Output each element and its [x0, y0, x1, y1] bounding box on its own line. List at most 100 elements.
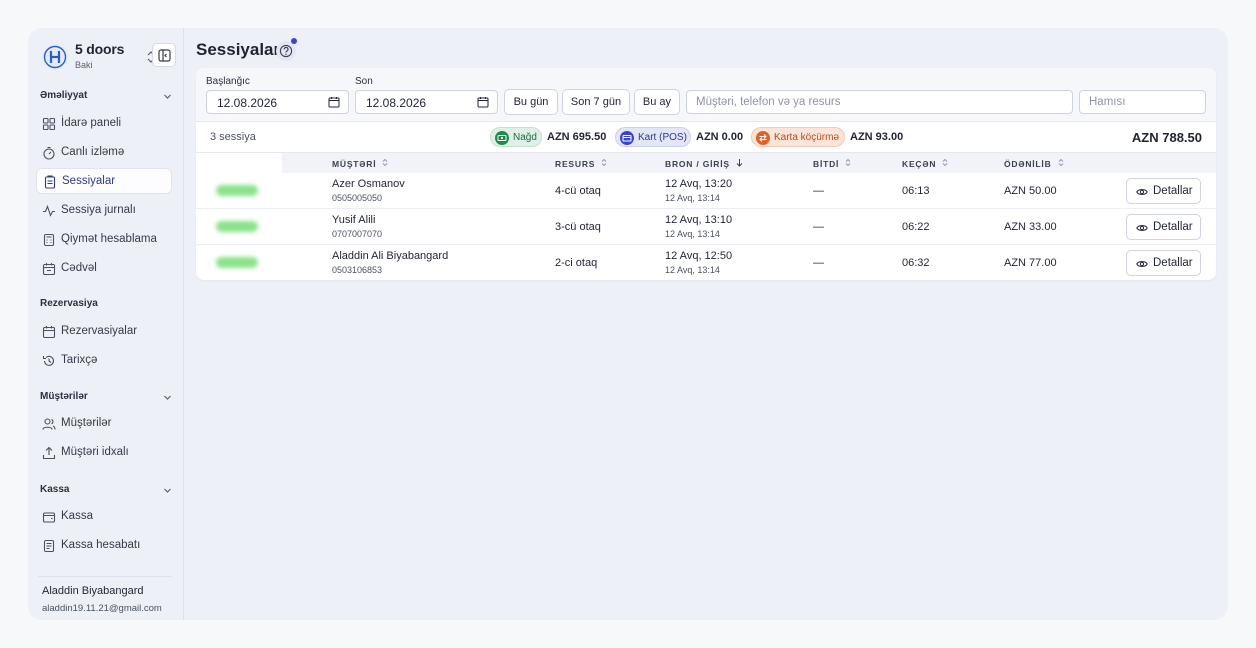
details-button[interactable]: Detallar — [1126, 178, 1201, 204]
this-month-button[interactable]: Bu ay — [634, 89, 680, 115]
nav-group-title: Müştərilər — [40, 391, 88, 402]
nav-group-emeliyyat[interactable]: Əməliyyat — [40, 90, 172, 106]
cash-label: Nağd — [513, 132, 537, 143]
col-header-paid[interactable]: ÖDƏNİLİB — [1004, 158, 1064, 169]
sidebar-item-cash-report[interactable]: Kassa hesabatı — [36, 533, 172, 559]
sidebar-item-label: Müştərilər — [61, 417, 112, 429]
ended-time: — — [813, 221, 824, 233]
help-icon — [279, 44, 293, 58]
start-date-input[interactable]: 12.08.2026 — [206, 90, 349, 114]
sidebar-item-cashbox[interactable]: Kassa — [36, 504, 172, 530]
end-date-label: Son — [355, 76, 373, 87]
calculator-icon — [43, 233, 55, 247]
end-date-input[interactable]: 12.08.2026 — [355, 90, 498, 114]
booking-time: 12 Avq, 12:50 — [665, 250, 733, 262]
table-row[interactable]: Azer Osmanov 0505005050 4-cü otaq 12 Avq… — [196, 173, 1216, 209]
last-7-days-button[interactable]: Son 7 gün — [562, 89, 630, 115]
transfer-label: Karta köçürmə — [774, 132, 840, 143]
sort-desc-icon — [736, 159, 743, 167]
main-content: Sessiyalar Başlanğıc 12.08.2026 Son 12.0… — [184, 28, 1228, 620]
sidebar-item-label: Sessiya jurnalı — [61, 204, 136, 216]
customer-phone: 0503106853 — [332, 265, 383, 275]
session-count: 3 sessiya — [210, 131, 256, 143]
sidebar-item-label: Canlı izləmə — [61, 146, 125, 158]
details-label: Detallar — [1153, 257, 1193, 269]
brand-logo-icon — [42, 44, 68, 70]
transfer-badge: Karta köçürmə — [751, 127, 845, 147]
app-window: 5 doors Baki Əməliyyat İdarə paneli Canl… — [28, 28, 1228, 620]
nav-group-musteriler[interactable]: Müştərilər — [40, 391, 172, 407]
status-badge — [216, 185, 258, 196]
nav-group-rezervasiya[interactable]: Rezervasiya — [40, 298, 172, 314]
sidebar-item-live[interactable]: Canlı izləmə — [36, 140, 172, 166]
nav-group-title: Əməliyyat — [40, 90, 88, 101]
details-label: Detallar — [1153, 185, 1193, 197]
sidebar-item-price-calc[interactable]: Qiymət hesablama — [36, 227, 172, 253]
sidebar-item-schedule[interactable]: Cədvəl — [36, 256, 172, 282]
paid-amount: AZN 50.00 — [1004, 185, 1057, 197]
table-row[interactable]: Aladdin Ali Biyabangard 0503106853 2-ci … — [196, 245, 1216, 280]
sidebar-item-sessions[interactable]: Sessiyalar — [36, 168, 172, 194]
user-name: Aladdin Biyabangard — [42, 585, 144, 597]
sidebar-item-label: Kassa hesabatı — [61, 539, 141, 551]
sort-icon — [1058, 158, 1063, 167]
sidebar-item-label: Cədvəl — [61, 262, 97, 274]
user-email: aladdin19.11.21@gmail.com — [42, 603, 162, 614]
total-amount: AZN 788.50 — [1131, 130, 1202, 145]
users-icon — [42, 418, 56, 430]
sidebar-item-customer-import[interactable]: Müştəri idxalı — [36, 440, 172, 466]
today-button[interactable]: Bu gün — [504, 89, 558, 115]
sidebar-toggle-icon — [158, 49, 171, 62]
card-icon — [620, 131, 634, 145]
notification-dot — [291, 38, 297, 44]
details-button[interactable]: Detallar — [1126, 214, 1201, 240]
col-header-resource[interactable]: RESURS — [555, 158, 607, 169]
resource-name: 4-cü otaq — [555, 185, 601, 197]
eye-icon — [1136, 189, 1148, 195]
brand-location: Baki — [75, 60, 93, 70]
report-icon — [43, 539, 55, 553]
paid-amount: AZN 33.00 — [1004, 221, 1057, 233]
nav-group-title: Rezervasiya — [40, 298, 98, 309]
sidebar-item-label: İdarə paneli — [61, 117, 122, 129]
sidebar-item-session-log[interactable]: Sessiya jurnalı — [36, 198, 172, 224]
col-header-customer[interactable]: MÜŞTƏRİ — [332, 158, 388, 169]
entry-time: 12 Avq, 13:14 — [665, 229, 720, 239]
chevron-down-icon — [164, 488, 171, 493]
calendar-icon — [328, 97, 340, 108]
user-profile[interactable]: Aladdin Biyabangard aladdin19.11.21@gmai… — [38, 576, 172, 614]
elapsed-time: 06:13 — [902, 185, 930, 197]
search-input[interactable]: Müştəri, telefon və ya resurs — [686, 90, 1073, 114]
col-header-ended[interactable]: BİTDİ — [813, 158, 851, 169]
customer-name: Aladdin Ali Biyabangard — [332, 250, 449, 262]
help-button[interactable] — [276, 41, 296, 61]
sidebar-item-customers[interactable]: Müştərilər — [36, 411, 172, 437]
cash-amount: AZN 695.50 — [547, 131, 607, 143]
eye-icon — [1136, 225, 1148, 231]
col-header-booking-entry[interactable]: BRON / GİRİŞ — [665, 158, 743, 169]
sidebar-item-dashboard[interactable]: İdarə paneli — [36, 111, 172, 137]
table-row[interactable]: Yusif Alili 0707007070 3-cü otaq 12 Avq,… — [196, 209, 1216, 245]
sidebar-item-label: Tarixçə — [61, 354, 98, 366]
resource-name: 3-cü otaq — [555, 221, 601, 233]
chevron-down-icon — [164, 395, 171, 400]
upload-icon — [42, 446, 56, 460]
paid-amount: AZN 77.00 — [1004, 257, 1057, 269]
status-select[interactable]: Hamısı — [1079, 90, 1206, 114]
card-label: Kart (POS) — [638, 132, 687, 143]
details-button[interactable]: Detallar — [1126, 250, 1201, 276]
brand-name: 5 doors — [75, 41, 125, 57]
transfer-icon — [756, 131, 770, 145]
sidebar-item-history[interactable]: Tarixçə — [36, 348, 172, 374]
nav-group-kassa[interactable]: Kassa — [40, 484, 172, 500]
collapse-sidebar-button[interactable] — [152, 43, 176, 67]
col-header-elapsed[interactable]: KEÇƏN — [902, 158, 948, 169]
sidebar-item-label: Müştəri idxalı — [61, 446, 129, 458]
customer-phone: 0707007070 — [332, 229, 383, 239]
history-icon — [42, 355, 55, 366]
transfer-amount: AZN 93.00 — [850, 131, 904, 143]
sidebar: 5 doors Baki Əməliyyat İdarə paneli Canl… — [28, 28, 184, 620]
entry-time: 12 Avq, 13:14 — [665, 193, 720, 203]
customer-name: Azer Osmanov — [332, 178, 405, 190]
sidebar-item-reservations[interactable]: Rezervasiyalar — [36, 319, 172, 345]
